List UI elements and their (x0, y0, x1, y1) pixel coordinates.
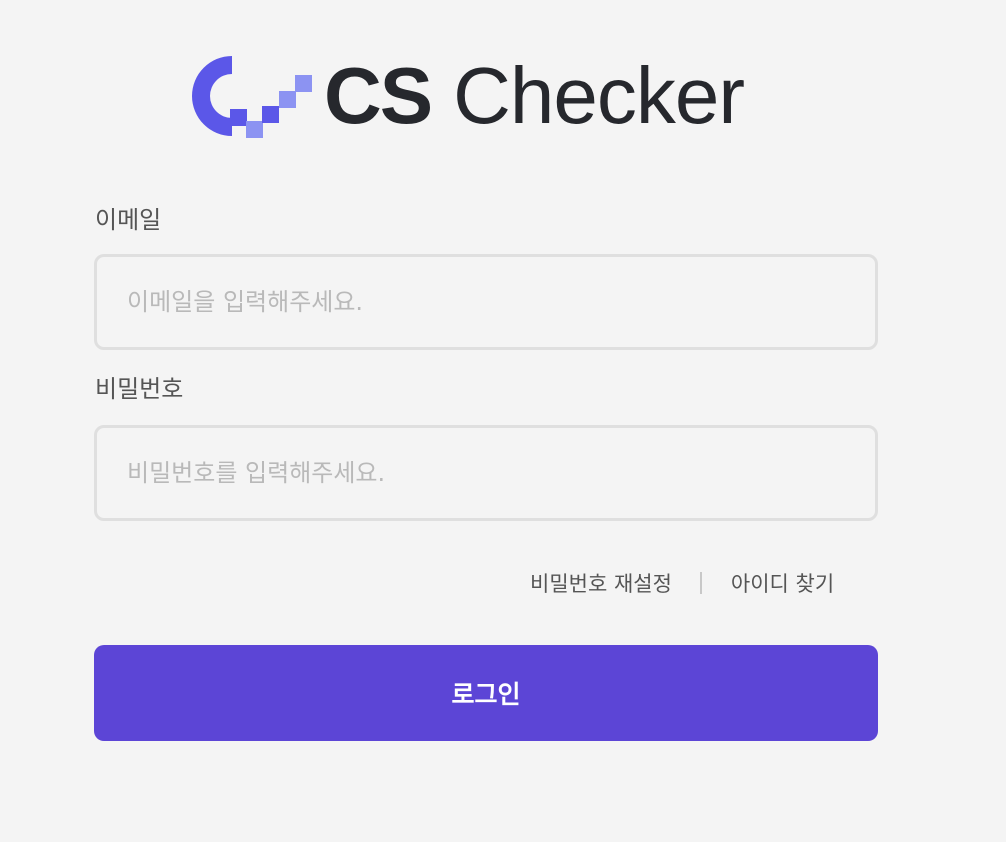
find-id-link[interactable]: 아이디 찾기 (731, 568, 834, 598)
logo-primary-text: CS (324, 51, 433, 140)
email-input[interactable] (94, 254, 878, 350)
password-label: 비밀번호 (95, 375, 184, 403)
password-input[interactable] (94, 425, 878, 521)
account-links: 비밀번호 재설정 아이디 찾기 (530, 568, 834, 598)
login-button[interactable]: 로그인 (94, 645, 878, 741)
app-logo: CS Checker (188, 50, 745, 142)
reset-password-link[interactable]: 비밀번호 재설정 (530, 568, 672, 598)
logo-secondary-text: Checker (453, 51, 745, 140)
email-label: 이메일 (95, 206, 162, 234)
logo-wordmark: CS Checker (324, 51, 745, 140)
link-divider (699, 572, 702, 594)
checkmark-logo-icon (192, 56, 312, 138)
